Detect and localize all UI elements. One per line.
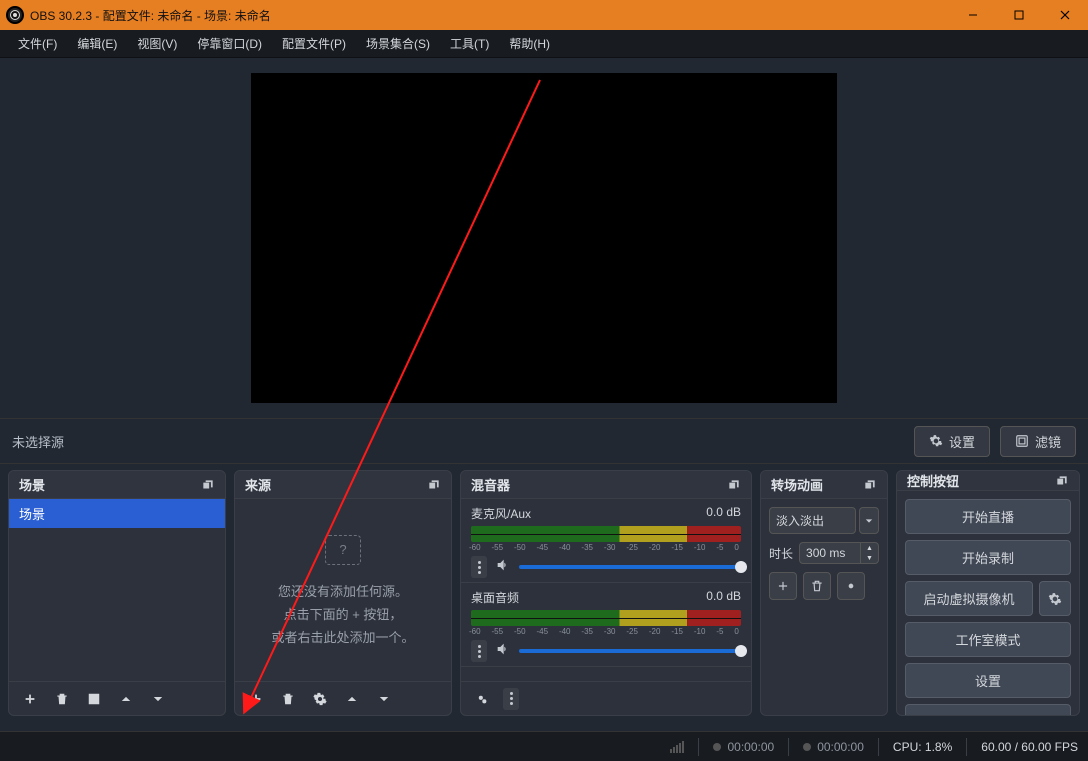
filter-label: 滤镜 bbox=[1035, 432, 1061, 451]
scenes-dock: 场景 场景 bbox=[8, 470, 226, 716]
mute-icon[interactable] bbox=[495, 557, 511, 578]
menu-编辑[interactable]: 编辑(E) bbox=[67, 31, 127, 56]
settings-button[interactable]: 设置 bbox=[905, 663, 1071, 698]
source-properties-button[interactable]: 设置 bbox=[914, 426, 990, 457]
remove-transition-button[interactable] bbox=[803, 572, 831, 600]
menubar: 文件(F)编辑(E)视图(V)停靠窗口(D)配置文件(P)场景集合(S)工具(T… bbox=[0, 30, 1088, 58]
start-stream-button[interactable]: 开始直播 bbox=[905, 499, 1071, 534]
channel-menu-button[interactable] bbox=[471, 556, 487, 578]
empty-sources-line3: 或者右击此处添加一个。 bbox=[271, 627, 414, 646]
meter-scale: -60-55-50-45-40-35-30-25-20-15-10-50 bbox=[471, 543, 741, 552]
add-scene-button[interactable] bbox=[17, 686, 43, 712]
popout-icon[interactable] bbox=[201, 478, 215, 492]
docks-row: 场景 场景 来源 ? 您还没有添加任何源。 点击下面的 + 按钮， 或者右击此处… bbox=[0, 464, 1088, 722]
menu-帮助[interactable]: 帮助(H) bbox=[499, 31, 560, 56]
scene-item[interactable]: 场景 bbox=[9, 499, 225, 528]
move-source-down-button[interactable] bbox=[371, 686, 397, 712]
remove-scene-button[interactable] bbox=[49, 686, 75, 712]
volume-slider[interactable] bbox=[519, 565, 741, 569]
app-logo-icon bbox=[6, 6, 24, 24]
channel-name: 麦克风/Aux bbox=[471, 505, 531, 522]
transition-select[interactable]: 淡入淡出 bbox=[769, 507, 856, 534]
duration-label: 时长 bbox=[769, 545, 793, 562]
mixer-title: 混音器 bbox=[471, 475, 510, 494]
popout-icon[interactable] bbox=[727, 478, 741, 492]
window-title: OBS 30.2.3 - 配置文件: 未命名 - 场景: 未命名 bbox=[30, 7, 271, 24]
duration-input[interactable] bbox=[799, 542, 861, 564]
popout-icon[interactable] bbox=[863, 478, 877, 492]
transitions-dock: 转场动画 淡入淡出 时长 ▲ ▼ bbox=[760, 470, 888, 716]
controls-title: 控制按钮 bbox=[907, 471, 959, 490]
sources-list[interactable]: ? 您还没有添加任何源。 点击下面的 + 按钮， 或者右击此处添加一个。 bbox=[235, 499, 451, 681]
move-source-up-button[interactable] bbox=[339, 686, 365, 712]
controls-dock: 控制按钮 开始直播 开始录制 启动虚拟摄像机 工作室模式 设置 退出 bbox=[896, 470, 1080, 716]
empty-sources-line2: 点击下面的 + 按钮， bbox=[284, 604, 403, 623]
duration-up-button[interactable]: ▲ bbox=[861, 543, 878, 553]
sources-title: 来源 bbox=[245, 475, 271, 494]
network-icon bbox=[670, 741, 684, 753]
source-settings-button[interactable] bbox=[307, 686, 333, 712]
source-toolbar: 未选择源 设置 滤镜 bbox=[0, 418, 1088, 464]
fps-stat: 60.00 / 60.00 FPS bbox=[981, 740, 1078, 754]
close-button[interactable] bbox=[1042, 0, 1088, 30]
empty-sources-line1: 您还没有添加任何源。 bbox=[278, 581, 408, 600]
channel-db: 0.0 dB bbox=[706, 589, 741, 606]
popout-icon[interactable] bbox=[1055, 474, 1069, 488]
meter-scale: -60-55-50-45-40-35-30-25-20-15-10-50 bbox=[471, 627, 741, 636]
mute-icon[interactable] bbox=[495, 641, 511, 662]
source-filters-button[interactable]: 滤镜 bbox=[1000, 426, 1076, 457]
sources-dock: 来源 ? 您还没有添加任何源。 点击下面的 + 按钮， 或者右击此处添加一个。 bbox=[234, 470, 452, 716]
transition-properties-button[interactable] bbox=[837, 572, 865, 600]
channel-menu-button[interactable] bbox=[471, 640, 487, 662]
image-placeholder-icon: ? bbox=[325, 535, 361, 565]
status-bar: 00:00:00 00:00:00 CPU: 1.8% 60.00 / 60.0… bbox=[0, 731, 1088, 761]
mixer-dock: 混音器 麦克风/Aux 0.0 dB -60-55-50-45-40-35-30-2… bbox=[460, 470, 752, 716]
move-scene-up-button[interactable] bbox=[113, 686, 139, 712]
settings-label: 设置 bbox=[949, 432, 975, 451]
scenes-title: 场景 bbox=[19, 475, 45, 494]
start-record-button[interactable]: 开始录制 bbox=[905, 540, 1071, 575]
menu-文件[interactable]: 文件(F) bbox=[8, 31, 67, 56]
channel-name: 桌面音频 bbox=[471, 589, 519, 606]
exit-button[interactable]: 退出 bbox=[905, 704, 1071, 716]
titlebar: OBS 30.2.3 - 配置文件: 未命名 - 场景: 未命名 bbox=[0, 0, 1088, 30]
popout-icon[interactable] bbox=[427, 478, 441, 492]
preview-canvas[interactable] bbox=[251, 73, 837, 403]
minimize-button[interactable] bbox=[950, 0, 996, 30]
studio-mode-button[interactable]: 工作室模式 bbox=[905, 622, 1071, 657]
virtualcam-settings-button[interactable] bbox=[1039, 581, 1071, 616]
maximize-button[interactable] bbox=[996, 0, 1042, 30]
remove-source-button[interactable] bbox=[275, 686, 301, 712]
stream-time-stat: 00:00:00 bbox=[713, 740, 774, 754]
menu-视图[interactable]: 视图(V) bbox=[127, 31, 187, 56]
preview-area bbox=[0, 58, 1088, 418]
no-source-selected-label: 未选择源 bbox=[12, 432, 64, 451]
menu-停靠窗口[interactable]: 停靠窗口(D) bbox=[187, 31, 272, 56]
transition-dropdown-button[interactable] bbox=[859, 507, 879, 534]
add-transition-button[interactable] bbox=[769, 572, 797, 600]
transitions-title: 转场动画 bbox=[771, 475, 823, 494]
channel-db: 0.0 dB bbox=[706, 505, 741, 522]
move-scene-down-button[interactable] bbox=[145, 686, 171, 712]
duration-down-button[interactable]: ▼ bbox=[861, 553, 878, 563]
menu-场景集合[interactable]: 场景集合(S) bbox=[356, 31, 440, 56]
vu-meter bbox=[471, 526, 741, 542]
mixer-menu-button[interactable] bbox=[503, 688, 519, 710]
mixer-advanced-button[interactable] bbox=[469, 686, 495, 712]
cpu-stat: CPU: 1.8% bbox=[893, 740, 952, 754]
scene-filters-button[interactable] bbox=[81, 686, 107, 712]
mixer-channel: 桌面音频 0.0 dB -60-55-50-45-40-35-30-25-20-15… bbox=[461, 583, 751, 667]
vu-meter bbox=[471, 610, 741, 626]
record-time-stat: 00:00:00 bbox=[803, 740, 864, 754]
volume-slider[interactable] bbox=[519, 649, 741, 653]
start-virtualcam-button[interactable]: 启动虚拟摄像机 bbox=[905, 581, 1033, 616]
add-source-button[interactable] bbox=[243, 686, 269, 712]
menu-配置文件[interactable]: 配置文件(P) bbox=[272, 31, 356, 56]
menu-工具[interactable]: 工具(T) bbox=[440, 31, 499, 56]
mixer-channel: 麦克风/Aux 0.0 dB -60-55-50-45-40-35-30-25-20… bbox=[461, 499, 751, 583]
